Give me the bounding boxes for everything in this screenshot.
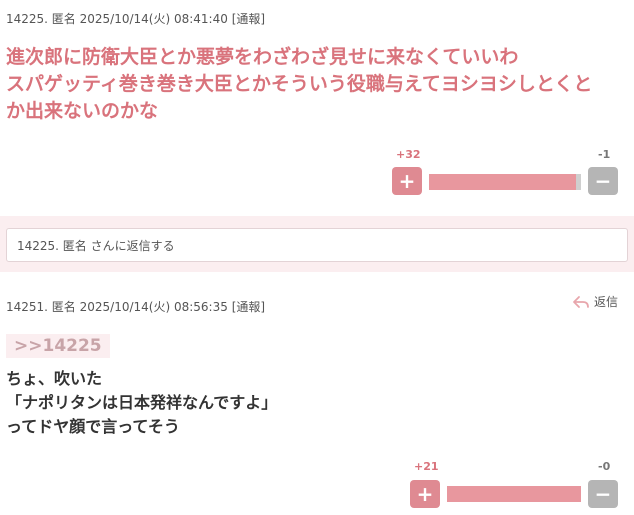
minus-button[interactable]: −: [588, 167, 618, 195]
comment-quote[interactable]: >>14225: [6, 334, 110, 358]
comment-line: スパゲッティ巻き巻き大臣とかそういう役職与えてヨシヨシしとくと: [6, 73, 593, 95]
comment-line: か出来ないのかな: [6, 100, 159, 122]
reply-label: 返信: [593, 295, 618, 309]
minus-button[interactable]: −: [588, 480, 618, 508]
minus-count: -1: [598, 148, 611, 161]
comment-body: ちょ、吹いた 「ナポリタンは日本発祥なんですよ」 ってドヤ顔で言ってそう: [6, 367, 277, 439]
comment-line: 進次郎に防衛大臣とか悪夢をわざわざ見せに来なくていいわ: [6, 46, 519, 68]
comment-meta: 14225. 匿名 2025/10/14(火) 08:41:40 [通報]: [6, 10, 265, 27]
minus-count: -0: [598, 460, 611, 473]
comment-line: ってドヤ顔で言ってそう: [6, 417, 180, 436]
vote-ratio-negative: [576, 174, 581, 190]
plus-count: +32: [396, 148, 421, 161]
reply-button[interactable]: 返信: [572, 293, 618, 310]
reply-input[interactable]: 14225. 匿名 さんに返信する: [6, 228, 628, 262]
report-link[interactable]: [通報]: [232, 300, 265, 314]
vote-ratio-bar: [429, 174, 581, 190]
comment-meta-text: 14251. 匿名 2025/10/14(火) 08:56:35: [6, 300, 228, 314]
quote-anchor[interactable]: >>14225: [6, 334, 110, 358]
plus-button[interactable]: +: [410, 480, 440, 508]
comment-meta-text: 14225. 匿名 2025/10/14(火) 08:41:40: [6, 12, 228, 26]
comment-line: 「ナポリタンは日本発祥なんですよ」: [6, 393, 278, 412]
comment-body: 進次郎に防衛大臣とか悪夢をわざわざ見せに来なくていいわ スパゲッティ巻き巻き大臣…: [6, 44, 592, 125]
vote-ratio-bar: [447, 486, 581, 502]
reply-arrow-icon: [573, 295, 589, 308]
plus-count: +21: [414, 460, 439, 473]
comment-meta: 14251. 匿名 2025/10/14(火) 08:56:35 [通報]: [6, 298, 265, 315]
report-link[interactable]: [通報]: [232, 12, 265, 26]
plus-button[interactable]: +: [392, 167, 422, 195]
comment-line: ちょ、吹いた: [6, 369, 103, 388]
